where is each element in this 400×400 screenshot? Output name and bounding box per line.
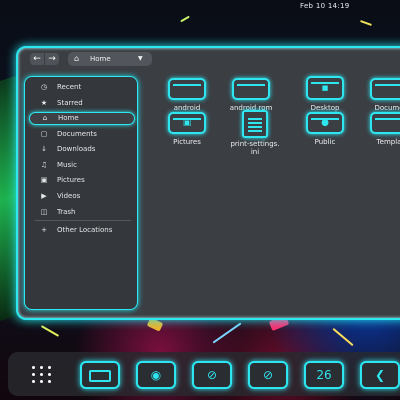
download-icon: ↓: [41, 145, 47, 153]
file-item-pictures[interactable]: ▣ Pictures: [156, 112, 218, 146]
document-icon: ▢: [40, 130, 48, 138]
folder-icon: [168, 78, 206, 100]
star-icon: ★: [40, 99, 48, 107]
headerbar: ← → ⌂ Home ▼: [18, 48, 400, 72]
sidebar-item-recent[interactable]: ◷ Recent: [29, 81, 133, 93]
sidebar-item-documents[interactable]: ▢ Documents: [29, 128, 133, 140]
video-icon: ▶: [41, 192, 47, 200]
safari-icon: ⊘: [262, 368, 274, 382]
wallpaper-shape: [360, 20, 372, 26]
safari-icon: ⊘: [206, 368, 218, 382]
sidebar-item-label: Documents: [57, 130, 97, 138]
sidebar-item-label: Music: [57, 161, 77, 169]
sidebar-separator: [35, 220, 131, 221]
sidebar: ◷ Recent ★ Starred ⌂ Home ▢ Documents ↓ …: [24, 76, 138, 310]
image-icon: ▣: [182, 118, 192, 128]
dock: ◉ ⊘ ⊘ 26 ❮: [8, 352, 400, 396]
top-bar: Feb 10 14:19: [0, 0, 400, 12]
wallpaper-shape: [40, 325, 60, 337]
sidebar-item-other-locations[interactable]: + Other Locations: [29, 224, 133, 236]
files-icon: [89, 369, 111, 382]
clock[interactable]: Feb 10 14:19: [300, 2, 350, 10]
calendar-app-icon[interactable]: 26: [304, 361, 344, 389]
sidebar-item-label: Home: [58, 114, 79, 122]
sidebar-item-label: Pictures: [57, 176, 85, 184]
sidebar-item-videos[interactable]: ▶ Videos: [29, 190, 133, 202]
desktop-folder-icon: ■: [306, 76, 344, 100]
pictures-folder-icon: ▣: [168, 112, 206, 134]
sidebar-item-label: Downloads: [57, 145, 96, 153]
chevron-down-icon[interactable]: ▼: [138, 52, 143, 66]
sidebar-item-starred[interactable]: ★ Starred: [29, 97, 133, 109]
sidebar-item-label: Videos: [57, 192, 81, 200]
browser-app-icon[interactable]: ⊘: [192, 361, 232, 389]
clock-icon: ◷: [40, 83, 48, 91]
sidebar-item-label: Starred: [57, 99, 83, 107]
file-name: Public: [314, 138, 336, 146]
user-icon: ●: [321, 118, 329, 128]
arrow-left-icon: ←: [33, 54, 41, 64]
file-name: Templa: [376, 138, 400, 146]
sidebar-item-label: Other Locations: [57, 226, 113, 234]
path-bar-home[interactable]: ⌂ Home ▼: [68, 52, 152, 66]
file-item-android[interactable]: android: [156, 78, 218, 112]
path-label: Home: [90, 55, 111, 63]
chrome-app-icon[interactable]: ◉: [136, 361, 176, 389]
arrow-right-icon: →: [48, 54, 56, 64]
file-name: Desktop: [310, 104, 340, 112]
home-icon: ⌂: [74, 54, 80, 63]
public-folder-icon: ●: [306, 112, 344, 134]
chrome-icon: ◉: [150, 368, 162, 382]
sidebar-item-trash[interactable]: ◫ Trash: [29, 206, 133, 218]
camera-icon: ▣: [40, 176, 48, 184]
file-manager-window: ← → ⌂ Home ▼ ◷ Recent ★ Starred ⌂ Home ▢…: [16, 46, 400, 320]
show-apps-icon[interactable]: [32, 366, 56, 384]
vscode-icon: ❮: [374, 368, 386, 382]
file-item-public[interactable]: ● Public: [294, 112, 356, 146]
file-item-android-rom[interactable]: android rom: [220, 78, 282, 112]
files-app-icon[interactable]: [80, 361, 120, 389]
templates-folder-icon: [370, 112, 400, 134]
folder-icon: [232, 78, 270, 100]
calendar-icon: 26: [316, 368, 332, 382]
music-icon: ♫: [40, 161, 48, 169]
sidebar-item-label: Recent: [57, 83, 82, 91]
wallpaper-shape: [212, 322, 242, 344]
file-name: Pictures: [173, 138, 201, 146]
sidebar-item-music[interactable]: ♫ Music: [29, 159, 133, 171]
file-name: android: [173, 104, 201, 112]
trash-icon: ◫: [40, 208, 48, 216]
wallpaper-shape: [0, 75, 16, 325]
sidebar-item-downloads[interactable]: ↓ Downloads: [29, 143, 133, 155]
vscode-app-icon[interactable]: ❮: [360, 361, 400, 389]
wallpaper-shape: [180, 15, 190, 23]
wallpaper-shape: [332, 327, 354, 347]
file-name: Docume: [374, 104, 400, 112]
back-button[interactable]: ←: [30, 53, 44, 65]
forward-button[interactable]: →: [45, 53, 59, 65]
desktop-icon: ■: [321, 84, 329, 92]
file-item-print-settings[interactable]: print-settings. ini: [224, 110, 286, 156]
sidebar-item-pictures[interactable]: ▣ Pictures: [29, 174, 133, 186]
file-item-documents[interactable]: Docume: [358, 78, 400, 112]
documents-folder-icon: [370, 78, 400, 100]
browser-app-icon-2[interactable]: ⊘: [248, 361, 288, 389]
sidebar-item-home[interactable]: ⌂ Home: [29, 112, 135, 125]
plus-icon: +: [41, 226, 47, 234]
sidebar-item-label: Trash: [57, 208, 76, 216]
file-item-templates[interactable]: Templa: [358, 112, 400, 146]
text-file-icon: [242, 110, 268, 138]
file-name: print-settings. ini: [230, 140, 280, 156]
home-icon: ⌂: [42, 114, 48, 122]
file-item-desktop[interactable]: ■ Desktop: [294, 76, 356, 112]
